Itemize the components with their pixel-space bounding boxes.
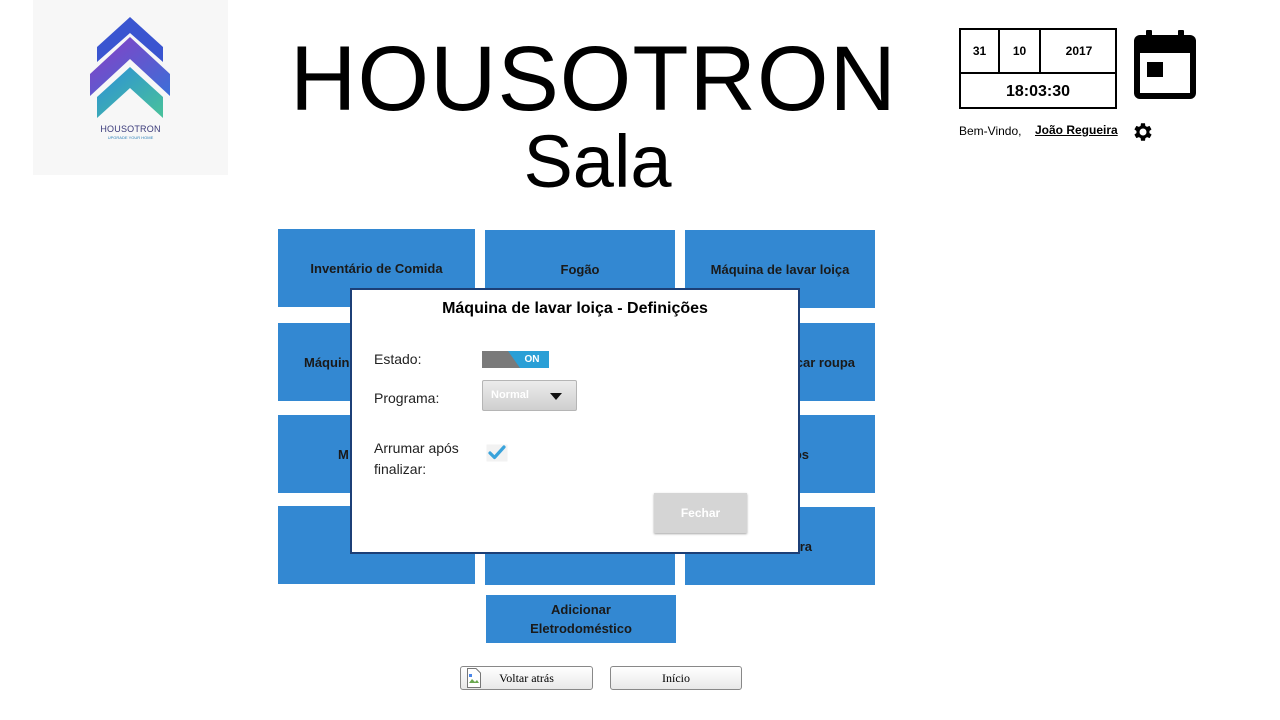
user-profile-link[interactable]: João Regueira	[1035, 123, 1118, 137]
back-button[interactable]: Voltar atrás	[460, 666, 593, 690]
home-button[interactable]: Início	[610, 666, 742, 690]
gear-icon[interactable]	[1131, 120, 1155, 144]
add-appliance-button[interactable]: Adicionar Eletrodoméstico	[486, 595, 676, 643]
welcome-text: Bem-Vindo,	[959, 124, 1022, 138]
back-button-label: Voltar atrás	[499, 670, 554, 685]
housotron-logo: HOUSOTRON UPGRADE YOUR HOME	[33, 0, 228, 175]
logo-tagline: UPGRADE YOUR HOME	[107, 135, 154, 140]
app-title: HOUSOTRON	[290, 28, 897, 130]
date-month: 10	[1000, 30, 1041, 72]
broken-image-icon	[467, 668, 481, 688]
estado-toggle[interactable]: ON	[482, 351, 549, 368]
arrumar-label: Arrumar após finalizar:	[374, 440, 459, 477]
time-display: 18:03:30	[961, 72, 1115, 109]
logo-wordmark: HOUSOTRON	[100, 124, 161, 134]
programa-select[interactable]: Normal	[482, 380, 577, 411]
calendar-icon[interactable]	[1133, 30, 1197, 100]
programa-label: Programa:	[374, 390, 440, 406]
chevron-down-icon	[550, 393, 562, 400]
dialog-title: Máquina de lavar loiça - Definições	[442, 300, 708, 317]
room-title: Sala	[523, 120, 672, 203]
settings-dialog: Máquina de lavar loiça - Definições Esta…	[350, 288, 800, 554]
datetime-display: 31 10 2017 18:03:30	[959, 28, 1117, 109]
arrumar-checkbox[interactable]	[486, 444, 508, 462]
date-day: 31	[961, 30, 1000, 72]
house-logo-icon	[90, 17, 170, 118]
close-button[interactable]: Fechar	[654, 493, 747, 533]
toggle-state-label: ON	[524, 354, 540, 365]
programa-selected-value: Normal	[491, 389, 529, 401]
date-year: 2017	[1065, 44, 1093, 58]
estado-label: Estado:	[374, 351, 422, 367]
